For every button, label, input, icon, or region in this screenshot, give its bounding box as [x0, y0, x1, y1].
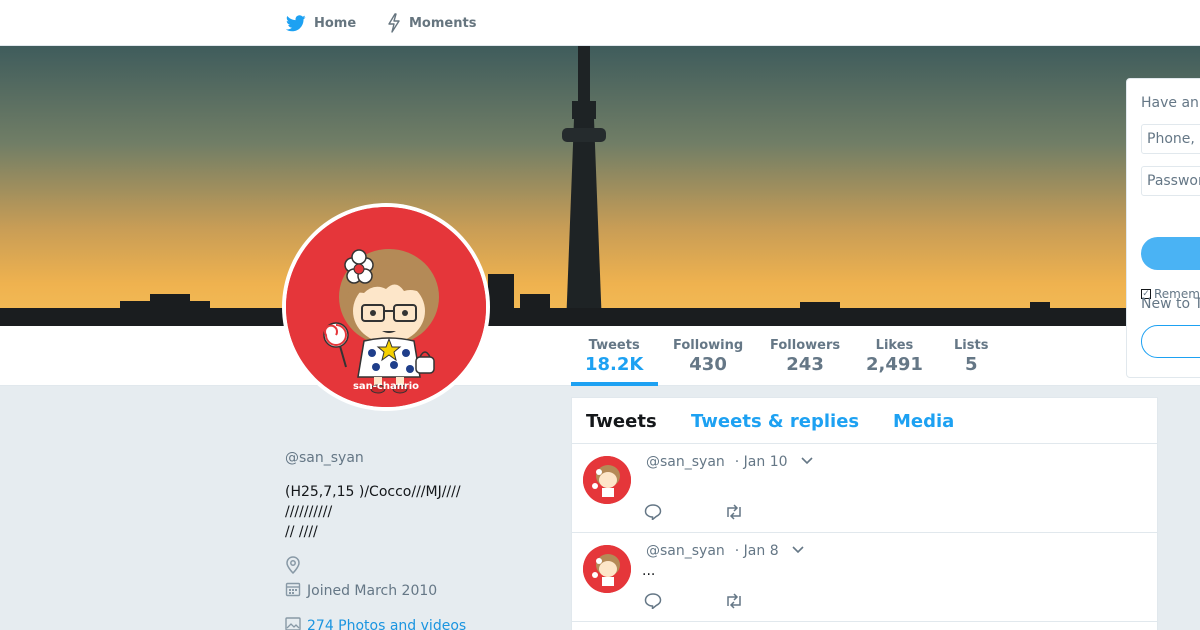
twitter-bird-icon	[286, 14, 306, 32]
timeline: Tweets Tweets & replies Media @san_syan …	[571, 397, 1158, 630]
joined-date: Joined March 2010	[285, 581, 437, 601]
signup-button[interactable]	[1141, 325, 1200, 358]
nav-home[interactable]: Home	[286, 12, 356, 34]
login-panel: Have an Phone, e Passwor ✓ Remem New to …	[1126, 78, 1200, 378]
tab-media[interactable]: Media	[893, 411, 954, 432]
retweet-icon[interactable]	[724, 504, 744, 524]
stat-likes-value: 2,491	[866, 354, 923, 375]
stat-following-value: 430	[689, 354, 727, 375]
timeline-tabs: Tweets Tweets & replies Media	[572, 398, 1157, 444]
stat-likes-label: Likes	[875, 338, 914, 353]
stat-likes[interactable]: Likes 2,491	[866, 338, 923, 376]
phone-field[interactable]: Phone, e	[1141, 124, 1200, 154]
stat-following-label: Following	[673, 338, 744, 353]
password-field[interactable]: Passwor	[1141, 166, 1200, 196]
new-to-twitter-label: New to T	[1141, 296, 1200, 312]
tweet-actions	[644, 593, 744, 613]
tweet-date[interactable]: · Jan 8	[735, 543, 779, 559]
tweet-date[interactable]: · Jan 10	[735, 454, 788, 470]
tweet-item[interactable]: @san_syan · Jan 10	[572, 444, 1157, 533]
tweet-header: @san_syan · Jan 8	[646, 543, 805, 559]
stat-lists-value: 5	[964, 354, 978, 375]
tab-tweets[interactable]: Tweets	[586, 411, 657, 432]
nav-moments-label: Moments	[409, 15, 477, 31]
header-banner-image	[0, 46, 1200, 326]
location-icon	[285, 556, 301, 578]
stat-tweets[interactable]: Tweets 18.2K	[585, 338, 643, 376]
lightning-icon	[387, 13, 401, 33]
tweet-text: ...	[642, 563, 656, 579]
reply-icon[interactable]	[644, 593, 662, 613]
tweet-actions	[644, 504, 744, 524]
login-button[interactable]	[1141, 237, 1200, 270]
tweet-header: @san_syan · Jan 10	[646, 454, 814, 470]
nav-moments[interactable]: Moments	[387, 12, 476, 34]
tweet-handle[interactable]: @san_syan	[646, 454, 725, 470]
nav-home-label: Home	[314, 15, 357, 31]
tweet-avatar[interactable]	[583, 456, 631, 504]
tweet-handle[interactable]: @san_syan	[646, 543, 725, 559]
tab-tweets-and-replies[interactable]: Tweets & replies	[691, 411, 859, 432]
image-icon	[285, 617, 301, 630]
stat-tweets-label: Tweets	[588, 338, 640, 353]
joined-label: Joined March 2010	[307, 583, 438, 599]
avatar-brand-text: san-chanrio	[352, 381, 420, 392]
top-navigation: Home Moments	[0, 0, 1200, 46]
retweet-icon[interactable]	[724, 593, 744, 613]
profile-handle[interactable]: @san_syan	[285, 450, 364, 466]
chevron-down-icon[interactable]	[800, 454, 814, 470]
profile-bio: (H25,7,15 )/Cocco///MJ//// ////////// //…	[285, 484, 461, 540]
stat-following[interactable]: Following 430	[673, 338, 743, 376]
profile-nav-bar: Tweets 18.2K Following 430 Followers 243…	[0, 326, 1200, 386]
tweet-item[interactable]: @san_syan · Jan 8 ...	[572, 533, 1157, 622]
tweet-avatar[interactable]	[583, 545, 631, 593]
stat-lists[interactable]: Lists 5	[954, 338, 988, 376]
avatar-image: san-chanrio	[286, 207, 486, 407]
login-heading: Have an	[1141, 95, 1199, 111]
chevron-down-icon[interactable]	[791, 543, 805, 559]
calendar-icon	[285, 581, 301, 601]
active-stat-indicator	[571, 382, 658, 386]
stat-followers-value: 243	[786, 354, 824, 375]
photos-videos-label: 274 Photos and videos	[307, 618, 467, 630]
stat-followers[interactable]: Followers 243	[770, 338, 840, 376]
stat-tweets-value: 18.2K	[585, 354, 644, 375]
profile-avatar[interactable]: san-chanrio	[282, 203, 490, 411]
stat-lists-label: Lists	[954, 338, 989, 353]
stat-followers-label: Followers	[770, 338, 841, 353]
reply-icon[interactable]	[644, 504, 662, 524]
photos-videos-link[interactable]: 274 Photos and videos	[285, 617, 466, 630]
